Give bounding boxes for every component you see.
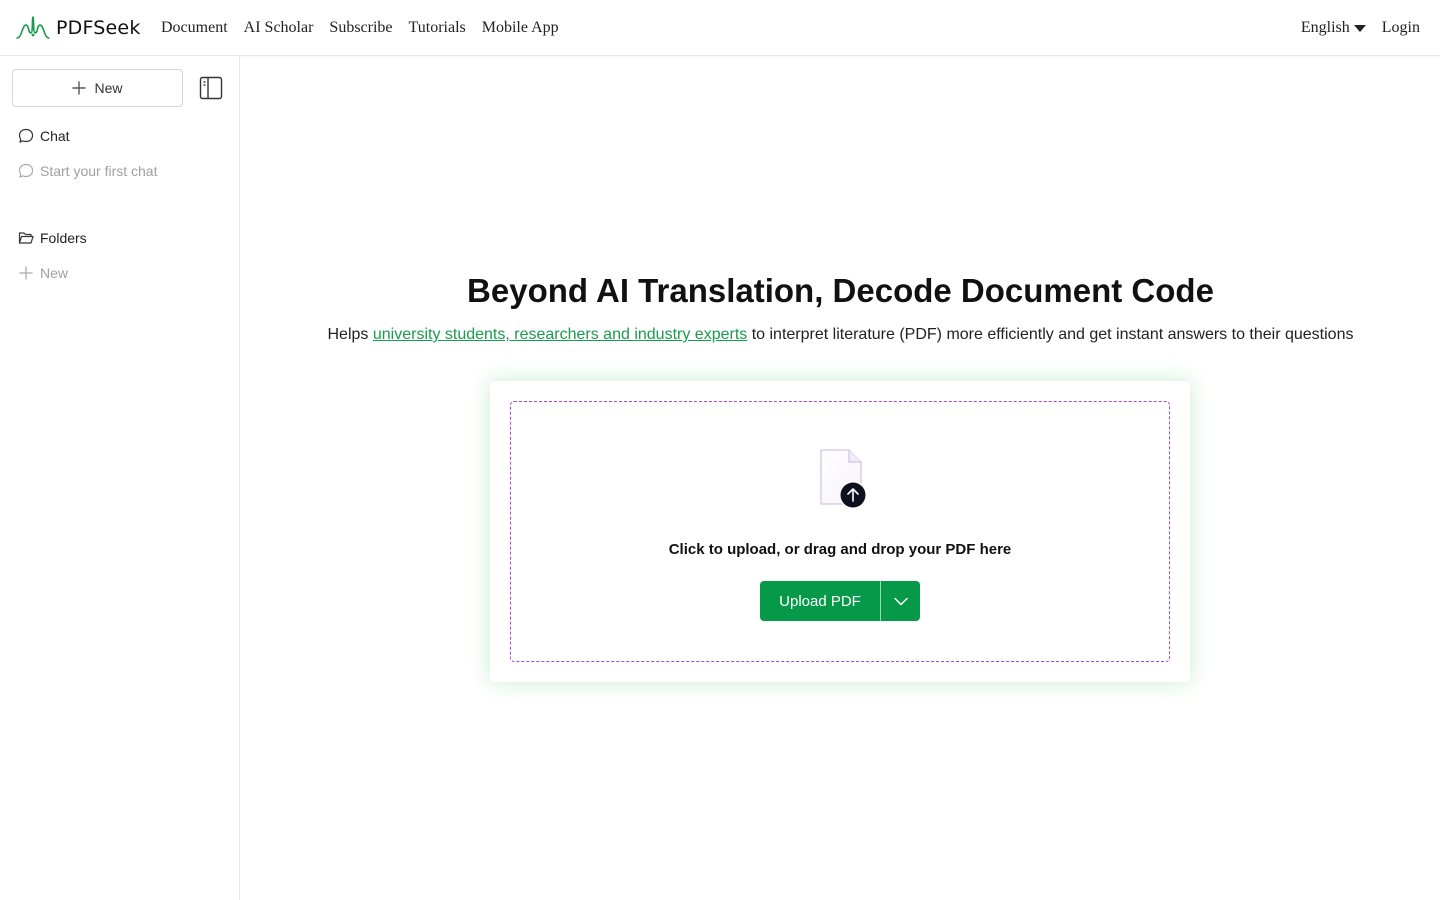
plus-icon xyxy=(19,266,33,280)
nav-mobile-app[interactable]: Mobile App xyxy=(482,19,559,37)
top-header: PDFSeek Document AI Scholar Subscribe Tu… xyxy=(0,0,1440,56)
hero-title: Beyond AI Translation, Decode Document C… xyxy=(467,272,1214,309)
folders-section-label: Folders xyxy=(40,230,87,246)
audience-link[interactable]: university students, researchers and ind… xyxy=(373,326,747,343)
sidebar: New Chat Start your first chat Folders N… xyxy=(0,56,240,900)
chat-section-header: Chat xyxy=(18,128,70,144)
upload-options-dropdown[interactable] xyxy=(880,581,920,621)
pdf-dropzone[interactable]: Click to upload, or drag and drop your P… xyxy=(510,401,1170,662)
folder-open-icon xyxy=(18,232,34,244)
brand-logo-icon xyxy=(16,16,50,39)
chat-bubble-icon xyxy=(18,128,34,143)
start-first-chat[interactable]: Start your first chat xyxy=(18,163,157,179)
language-label: English xyxy=(1300,19,1350,36)
nav-tutorials[interactable]: Tutorials xyxy=(409,19,466,37)
new-folder-label: New xyxy=(40,265,69,281)
upload-button-group: Upload PDF xyxy=(760,581,920,621)
dropzone-instruction: Click to upload, or drag and drop your P… xyxy=(668,541,1012,558)
hero-subtitle: Helps university students, researchers a… xyxy=(241,326,1440,344)
nav-subscribe[interactable]: Subscribe xyxy=(329,19,392,37)
login-link[interactable]: Login xyxy=(1382,19,1420,37)
header-actions: English Login xyxy=(1301,0,1420,56)
plus-icon xyxy=(72,81,87,95)
caret-down-icon xyxy=(1353,25,1366,32)
new-folder-button[interactable]: New xyxy=(18,265,68,281)
language-selector[interactable]: English xyxy=(1301,19,1366,37)
hero-subtitle-suffix: to interpret literature (PDF) more effic… xyxy=(747,326,1354,343)
chat-bubble-icon xyxy=(18,163,34,178)
brand-logo[interactable]: PDFSeek xyxy=(16,14,141,42)
new-chat-button[interactable]: New xyxy=(12,69,183,107)
folders-section-header: Folders xyxy=(18,230,87,246)
sidebar-toggle-icon xyxy=(199,76,223,100)
file-upload-icon xyxy=(820,449,867,509)
nav-document[interactable]: Document xyxy=(161,19,228,37)
upload-card: Click to upload, or drag and drop your P… xyxy=(490,381,1190,682)
start-first-chat-label: Start your first chat xyxy=(40,163,158,179)
chevron-down-icon xyxy=(893,597,908,605)
new-chat-label: New xyxy=(94,80,123,96)
upload-pdf-button[interactable]: Upload PDF xyxy=(760,581,880,621)
sidebar-toggle-button[interactable] xyxy=(199,76,223,100)
hero-subtitle-prefix: Helps xyxy=(327,326,373,343)
chat-section-label: Chat xyxy=(40,128,70,144)
main-nav: Document AI Scholar Subscribe Tutorials … xyxy=(161,0,559,56)
nav-ai-scholar[interactable]: AI Scholar xyxy=(244,19,314,37)
main-content: Beyond AI Translation, Decode Document C… xyxy=(241,56,1440,900)
brand-name: PDFSeek xyxy=(56,17,141,39)
